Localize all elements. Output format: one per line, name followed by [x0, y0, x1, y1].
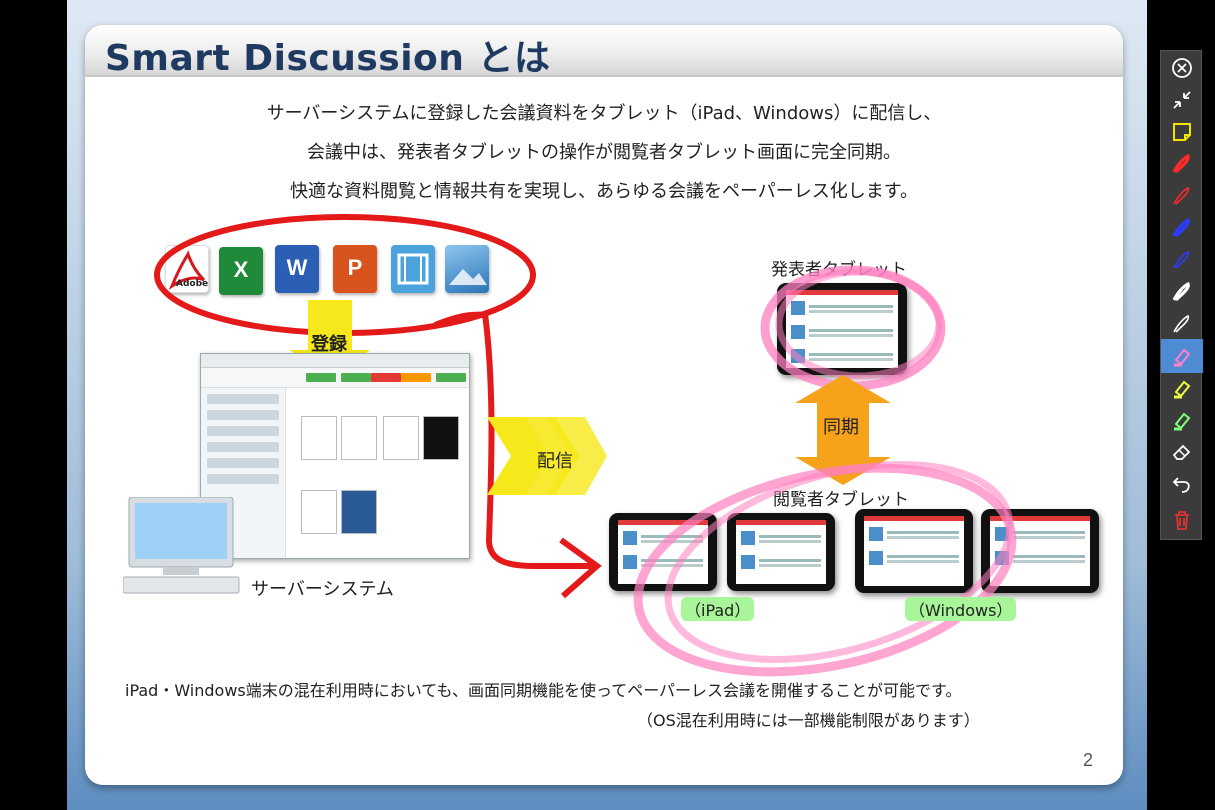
highlighter-green-icon[interactable] — [1161, 403, 1203, 437]
pen-black-thin-icon[interactable] — [1161, 307, 1203, 341]
ipad-label: （iPad） — [681, 597, 755, 621]
slide: Smart Discussion とは サーバーシステムに登録した会議資料をタブ… — [85, 25, 1123, 785]
pen-red-thick-icon[interactable] — [1161, 147, 1203, 181]
intro-line-2: 会議中は、発表者タブレットの操作が閲覧者タブレット画面に完全同期。 — [307, 142, 901, 163]
footnote-note: （OS混在利用時には一部機能制限があります） — [637, 711, 980, 730]
pink-highlight-presenter — [760, 265, 946, 391]
slide-frame: Smart Discussion とは サーバーシステムに登録した会議資料をタブ… — [67, 0, 1147, 810]
highlighter-yellow-icon[interactable] — [1161, 371, 1203, 405]
pen-black-thick-icon[interactable] — [1161, 275, 1203, 309]
pink-highlight-viewers — [633, 460, 1017, 677]
annotation-toolbar — [1160, 50, 1203, 540]
intro-line-1: サーバーシステムに登録した会議資料をタブレット（iPad、Windows）に配信… — [266, 103, 942, 124]
eraser-icon[interactable] — [1161, 435, 1203, 469]
deliver-label: 配信 — [537, 451, 573, 472]
title-bar: Smart Discussion とは — [85, 25, 1123, 79]
pen-blue-thick-icon[interactable] — [1161, 211, 1203, 245]
pen-blue-thin-icon[interactable] — [1161, 243, 1203, 277]
windows-label: （Windows） — [905, 597, 1017, 621]
intro-line-3: 快適な資料閲覧と情報共有を実現し、あらゆる会議をペーパーレス化します。 — [289, 181, 919, 202]
footnote-main: iPad・Windows端末の混在利用時においても、画面同期機能を使ってペーパー… — [125, 681, 962, 700]
highlighter-pink-icon[interactable] — [1161, 339, 1203, 373]
close-icon[interactable] — [1161, 51, 1203, 85]
page-number: 2 — [1082, 750, 1093, 770]
collapse-icon[interactable] — [1161, 83, 1203, 117]
undo-icon[interactable] — [1161, 467, 1203, 501]
computer-icon — [123, 497, 240, 594]
server-label: サーバーシステム — [251, 579, 394, 600]
presentation-stage: Smart Discussion とは サーバーシステムに登録した会議資料をタブ… — [0, 0, 1215, 810]
sticky-note-icon[interactable] — [1161, 115, 1203, 149]
slide-title: Smart Discussion とは — [105, 38, 551, 79]
trash-icon[interactable] — [1161, 503, 1203, 537]
pen-red-thin-icon[interactable] — [1161, 179, 1203, 213]
